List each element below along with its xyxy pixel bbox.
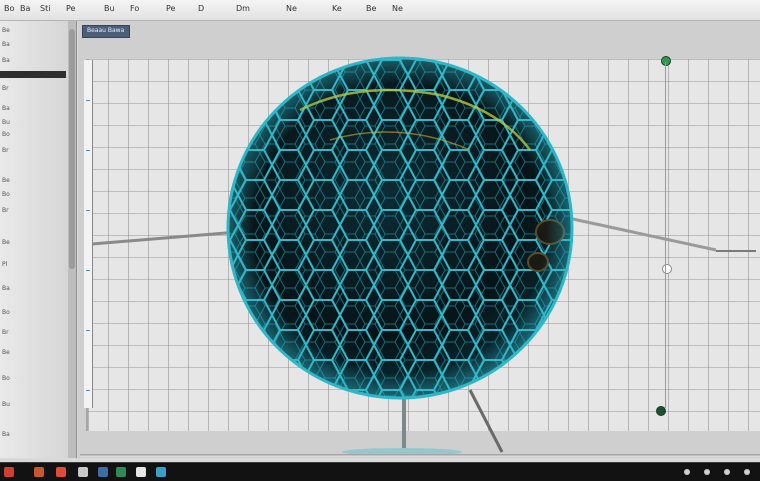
transform-handle-mid[interactable] xyxy=(662,264,672,274)
spreadsheet-icon[interactable] xyxy=(116,467,126,477)
left-label[interactable]: Be xyxy=(2,27,10,34)
image-icon[interactable] xyxy=(156,467,166,477)
left-label[interactable]: Be xyxy=(2,177,10,184)
menu-item-13[interactable]: Ne xyxy=(392,4,403,13)
left-label[interactable]: Ba xyxy=(2,57,10,64)
ruler-tick xyxy=(86,390,90,391)
grid-plane xyxy=(86,59,760,431)
handle-guide xyxy=(665,62,666,408)
ruler-tick xyxy=(86,330,90,331)
menu-item-3[interactable]: Sti xyxy=(40,4,50,13)
menu-item-12[interactable]: Be xyxy=(366,4,376,13)
left-panel: Be Ba Ba Br Ba Bu Bo Br Be Bo Br Be Pl B… xyxy=(0,21,69,458)
selected-row[interactable] xyxy=(0,71,66,78)
left-label[interactable]: Bo xyxy=(2,375,10,382)
terminal-icon[interactable] xyxy=(98,467,108,477)
ruler-tick xyxy=(86,210,90,211)
ruler-tick xyxy=(86,270,90,271)
menu-item-5[interactable]: Bu xyxy=(104,4,115,13)
start-icon[interactable] xyxy=(4,467,14,477)
mail-icon[interactable] xyxy=(78,467,88,477)
menu-item-4[interactable]: Pe xyxy=(66,4,75,13)
document-icon[interactable] xyxy=(136,467,146,477)
left-label[interactable]: Ba xyxy=(2,285,10,292)
viewport[interactable]: Beaau Bawa xyxy=(78,21,760,458)
left-label[interactable]: Bo xyxy=(2,309,10,316)
left-label[interactable]: Br xyxy=(2,207,9,214)
menu-item-6[interactable]: Fo xyxy=(130,4,139,13)
browser-icon[interactable] xyxy=(56,467,66,477)
menu-item-1[interactable]: Bo xyxy=(4,4,14,13)
left-label[interactable]: Be xyxy=(2,239,10,246)
taskbar xyxy=(0,462,760,481)
left-label[interactable]: Bo xyxy=(2,191,10,198)
battery-icon[interactable] xyxy=(724,469,730,475)
clock-icon[interactable] xyxy=(744,469,750,475)
left-label[interactable]: Bu xyxy=(2,401,10,408)
menu-item-7[interactable]: Pe xyxy=(166,4,175,13)
volume-icon[interactable] xyxy=(704,469,710,475)
menu-item-2[interactable]: Ba xyxy=(20,4,30,13)
left-label[interactable]: Br xyxy=(2,85,9,92)
left-label[interactable]: Ba xyxy=(2,105,10,112)
transform-handle-top[interactable] xyxy=(661,56,671,66)
menu-item-11[interactable]: Ke xyxy=(332,4,342,13)
left-label[interactable]: Bu xyxy=(2,119,10,126)
menu-item-9[interactable]: Dm xyxy=(236,4,250,13)
viewport-tab-label: Beaau Bawa xyxy=(87,27,125,34)
network-icon[interactable] xyxy=(684,469,690,475)
scrollbar-thumb[interactable] xyxy=(69,29,75,269)
left-label[interactable]: Br xyxy=(2,147,9,154)
vertical-ruler[interactable] xyxy=(84,60,93,408)
menu-bar: Bo Ba Sti Pe Bu Fo Pe D Dm Ne Ke Be Ne xyxy=(0,0,760,21)
menu-item-8[interactable]: D xyxy=(198,4,204,13)
menu-item-10[interactable]: Ne xyxy=(286,4,297,13)
left-label[interactable]: Ba xyxy=(2,41,10,48)
left-label[interactable]: Br xyxy=(2,329,9,336)
left-label[interactable]: Be xyxy=(2,349,10,356)
left-label[interactable]: Ba xyxy=(2,431,10,438)
ruler-tick xyxy=(86,100,90,101)
ruler-tick xyxy=(86,150,90,151)
viewport-tab[interactable]: Beaau Bawa xyxy=(82,25,130,38)
left-panel-scrollbar[interactable] xyxy=(68,21,77,458)
left-label[interactable]: Pl xyxy=(2,261,7,268)
file-explorer-icon[interactable] xyxy=(34,467,44,477)
viewport-bottom-edge xyxy=(80,454,760,457)
left-label[interactable]: Bo xyxy=(2,131,10,138)
